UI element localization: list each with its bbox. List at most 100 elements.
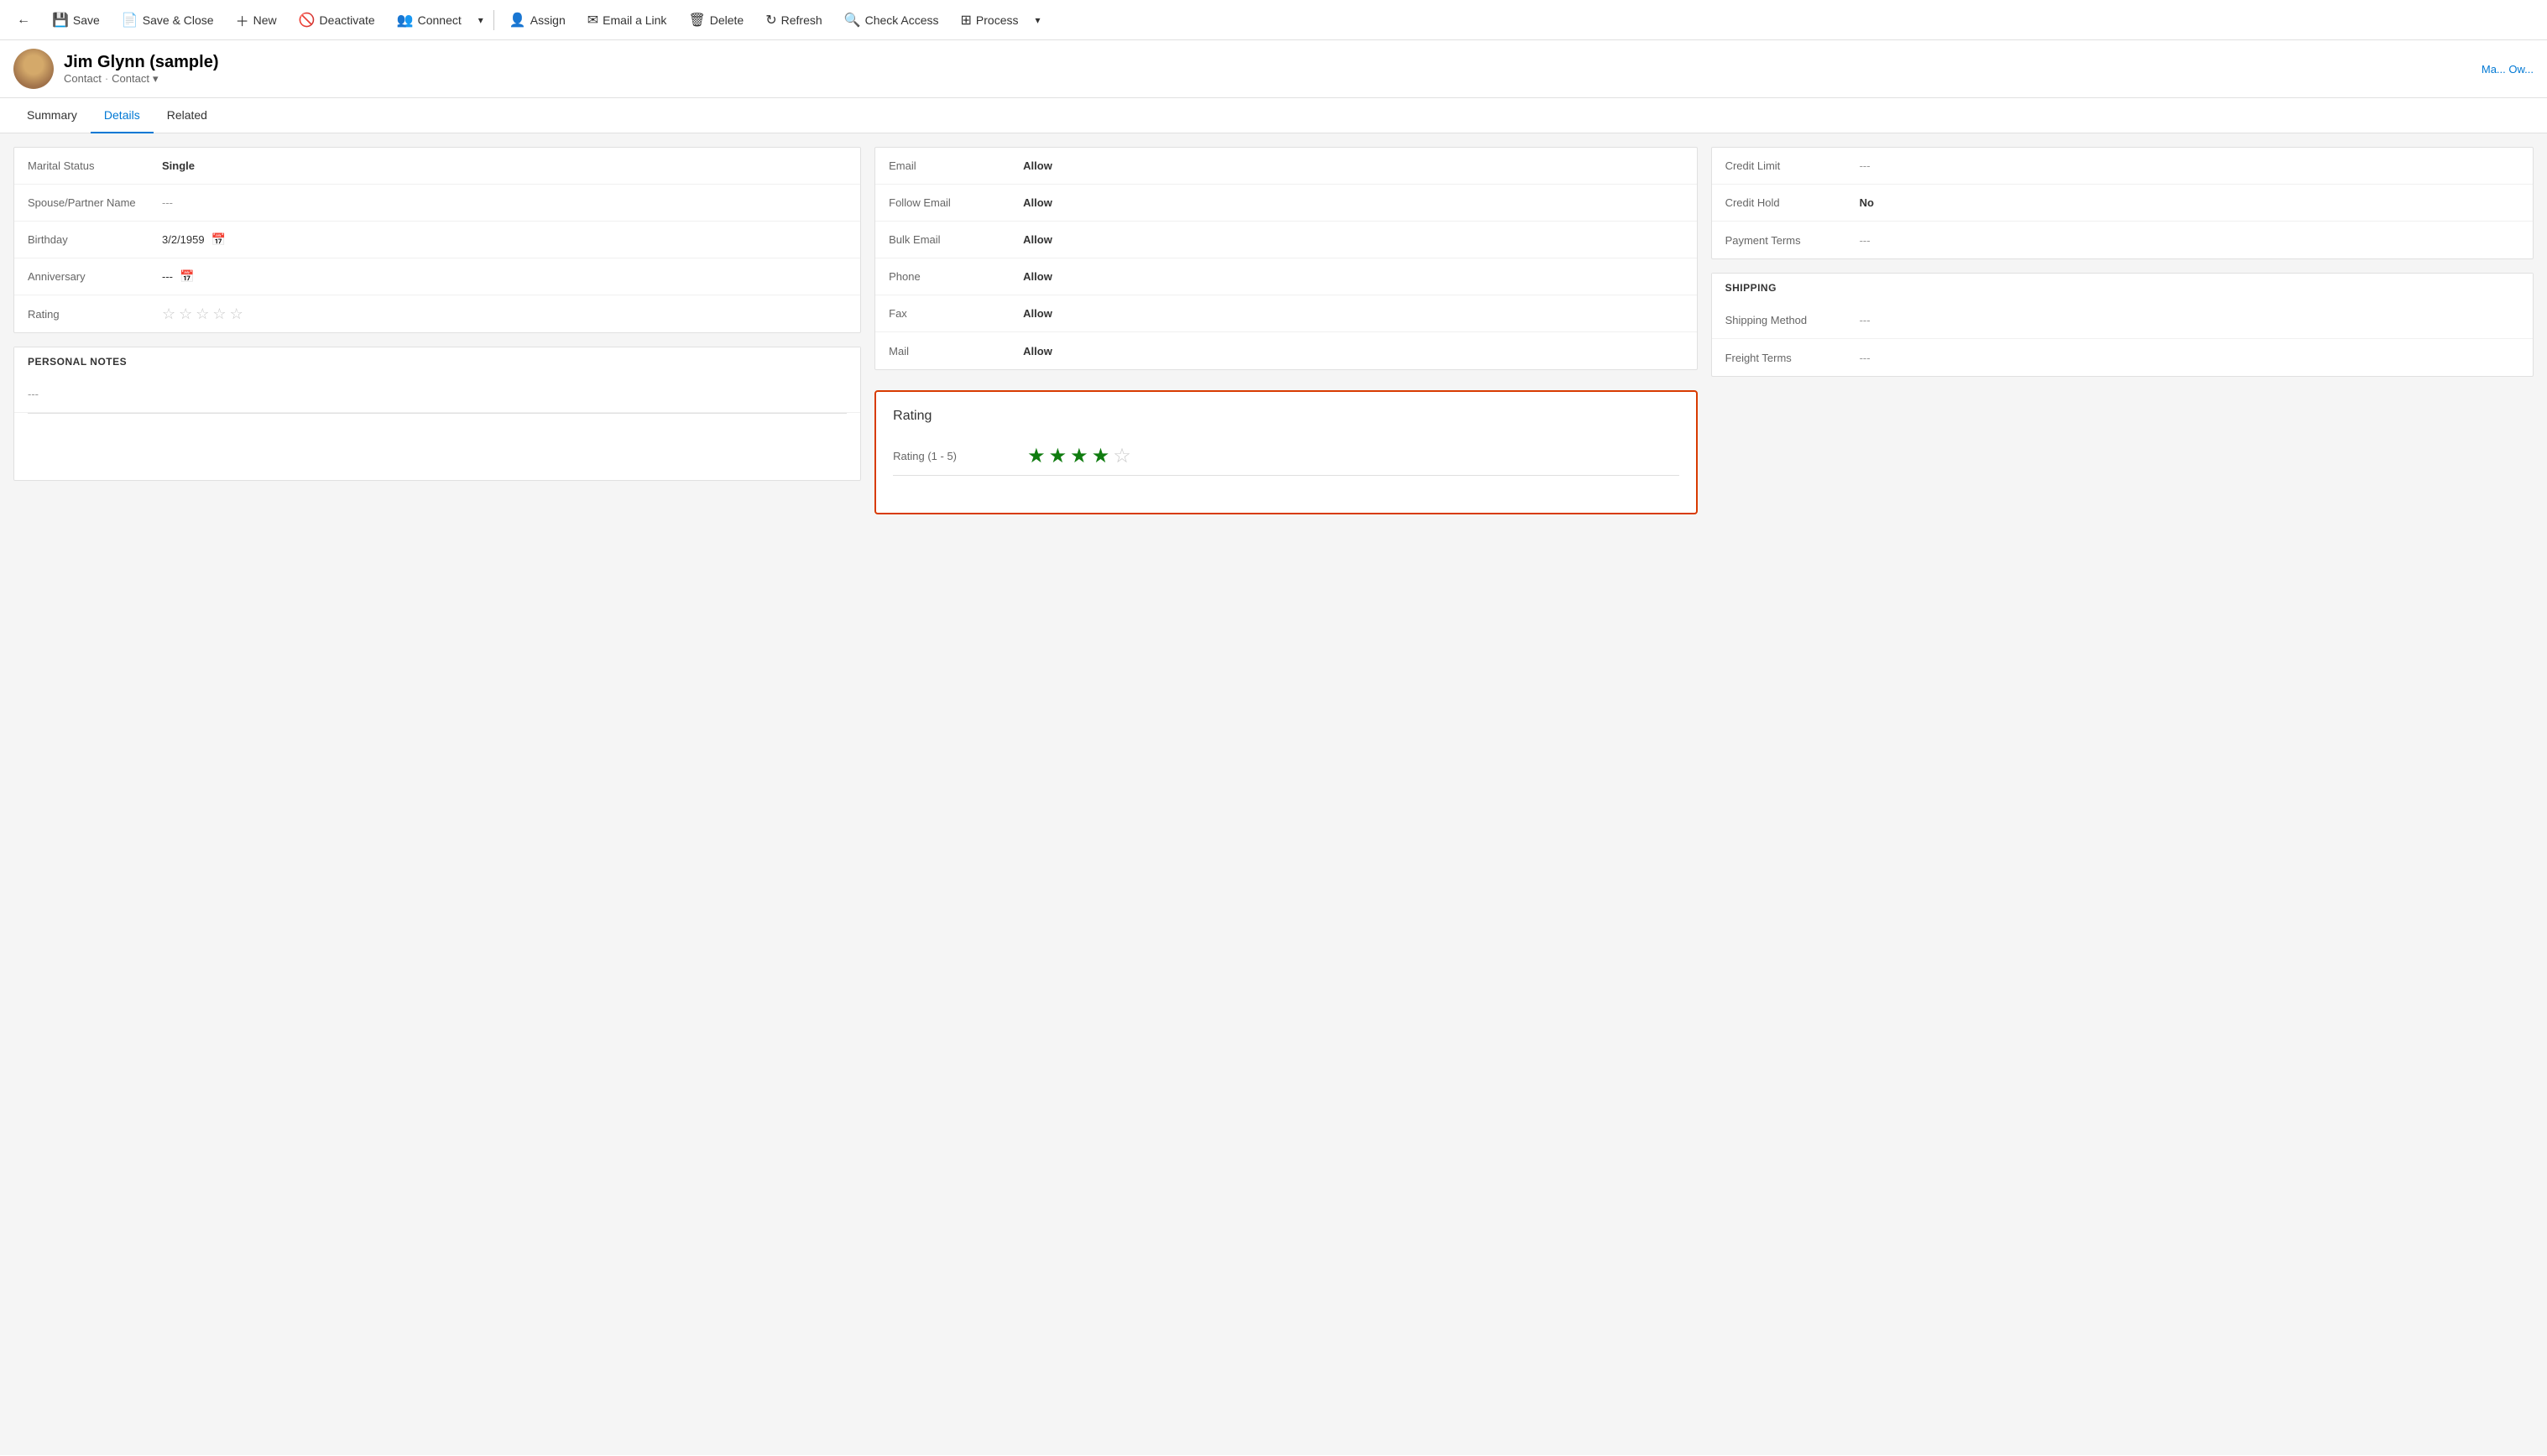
back-button[interactable]: ← [7,8,40,33]
right-column: Credit Limit --- Credit Hold No Payment … [1711,147,2534,1442]
credit-hold-label: Credit Hold [1725,196,1860,209]
header-right: Ma... Ow... [2482,63,2534,76]
deactivate-icon: 🚫 [299,12,316,29]
popup-footer-space [893,476,1678,496]
bulk-email-value[interactable]: Allow [1023,233,1683,246]
breadcrumb-category[interactable]: Contact [112,72,149,85]
rating-label: Rating [28,308,162,321]
credit-limit-row: Credit Limit --- [1712,148,2533,185]
birthday-label: Birthday [28,233,162,246]
anniversary-value[interactable]: --- 📅 [162,269,847,284]
check-access-button[interactable]: 🔍 Check Access [834,7,949,34]
assign-icon: 👤 [509,12,526,29]
phone-label: Phone [889,270,1023,283]
refresh-icon: ↻ [765,12,776,29]
credit-hold-value[interactable]: No [1860,196,2519,209]
new-icon: ＋ [236,10,249,30]
avatar [13,49,54,89]
popup-star-1[interactable]: ★ [1027,444,1046,468]
follow-email-value[interactable]: Allow [1023,196,1683,209]
toolbar: ← 💾 Save 📄 Save & Close ＋ New 🚫 Deactiva… [0,0,2547,40]
left-column: Marital Status Single Spouse/Partner Nam… [13,147,861,1442]
birthday-row: Birthday 3/2/1959 📅 [14,222,860,258]
popup-star-2[interactable]: ★ [1049,444,1067,468]
star-5[interactable]: ☆ [230,305,243,323]
email-link-button[interactable]: ✉ Email a Link [577,7,677,34]
star-2[interactable]: ☆ [179,305,192,323]
fax-label: Fax [889,307,1023,320]
breadcrumb-type[interactable]: Contact [64,72,102,85]
freight-terms-value[interactable]: --- [1860,352,2519,364]
breadcrumb-dropdown-icon[interactable]: ▾ [153,72,159,86]
contact-preferences-card: Email Allow Follow Email Allow Bulk Emai… [874,147,1697,370]
connect-icon: 👥 [397,12,414,29]
refresh-button[interactable]: ↻ Refresh [755,7,832,34]
rating-stars-display[interactable]: ☆ ☆ ☆ ☆ ☆ [162,305,847,323]
process-button[interactable]: ⊞ Process [951,7,1029,34]
personal-info-fields: Marital Status Single Spouse/Partner Nam… [14,148,860,332]
toolbar-divider [493,10,494,30]
save-close-icon: 📄 [122,12,138,29]
tab-summary[interactable]: Summary [13,98,91,133]
deactivate-button[interactable]: 🚫 Deactivate [289,7,385,34]
process-dropdown-button[interactable]: ▾ [1031,9,1046,31]
mail-value[interactable]: Allow [1023,345,1683,357]
connect-dropdown-button[interactable]: ▾ [473,9,488,31]
spouse-label: Spouse/Partner Name [28,196,162,209]
freight-terms-label: Freight Terms [1725,352,1860,364]
main-content: Marital Status Single Spouse/Partner Nam… [0,133,2547,1455]
star-rating[interactable]: ☆ ☆ ☆ ☆ ☆ [162,305,243,323]
shipping-fields: Shipping Method --- Freight Terms --- [1712,302,2533,376]
middle-column: Email Allow Follow Email Allow Bulk Emai… [874,147,1697,1442]
credit-limit-label: Credit Limit [1725,159,1860,172]
save-close-button[interactable]: 📄 Save & Close [112,7,224,34]
star-4[interactable]: ☆ [212,305,226,323]
email-value[interactable]: Allow [1023,159,1683,172]
save-button[interactable]: 💾 Save [42,7,110,34]
credit-limit-value[interactable]: --- [1860,159,2519,172]
payment-terms-value[interactable]: --- [1860,234,2519,247]
mail-row: Mail Allow [875,332,1696,369]
shipping-method-label: Shipping Method [1725,314,1860,326]
email-row: Email Allow [875,148,1696,185]
assign-button[interactable]: 👤 Assign [499,7,576,34]
fax-value[interactable]: Allow [1023,307,1683,320]
tab-details[interactable]: Details [91,98,154,133]
connect-button[interactable]: 👥 Connect [387,7,472,34]
freight-terms-row: Freight Terms --- [1712,339,2533,376]
anniversary-row: Anniversary --- 📅 [14,258,860,295]
email-link-icon: ✉ [587,12,598,29]
bulk-email-row: Bulk Email Allow [875,222,1696,258]
shipping-method-value[interactable]: --- [1860,314,2519,326]
phone-value[interactable]: Allow [1023,270,1683,283]
star-3[interactable]: ☆ [196,305,209,323]
personal-notes-value[interactable]: --- [28,388,847,400]
billing-card: Credit Limit --- Credit Hold No Payment … [1711,147,2534,259]
popup-star-4[interactable]: ★ [1092,444,1110,468]
spouse-row: Spouse/Partner Name --- [14,185,860,222]
delete-icon: 🗑 [688,12,705,29]
popup-star-5[interactable]: ☆ [1113,444,1131,468]
marital-status-row: Marital Status Single [14,148,860,185]
birthday-calendar-icon[interactable]: 📅 [211,232,226,247]
birthday-value[interactable]: 3/2/1959 📅 [162,232,847,247]
mail-label: Mail [889,345,1023,357]
marital-status-value[interactable]: Single [162,159,847,172]
marital-status-label: Marital Status [28,159,162,172]
star-1[interactable]: ☆ [162,305,175,323]
follow-email-row: Follow Email Allow [875,185,1696,222]
delete-button[interactable]: 🗑 Delete [678,7,754,34]
popup-star-3[interactable]: ★ [1070,444,1088,468]
follow-email-label: Follow Email [889,196,1023,209]
tab-related[interactable]: Related [154,98,221,133]
save-icon: 💾 [52,12,69,29]
credit-hold-row: Credit Hold No [1712,185,2533,222]
shipping-method-row: Shipping Method --- [1712,302,2533,339]
new-button[interactable]: ＋ New [226,5,287,35]
check-access-icon: 🔍 [844,12,861,29]
rating-popup-stars[interactable]: ★ ★ ★ ★ ☆ [1027,444,1131,468]
anniversary-calendar-icon[interactable]: 📅 [180,269,194,284]
phone-row: Phone Allow [875,258,1696,295]
spouse-value[interactable]: --- [162,196,847,209]
rating-popup-row: Rating (1 - 5) ★ ★ ★ ★ ☆ [893,437,1678,476]
